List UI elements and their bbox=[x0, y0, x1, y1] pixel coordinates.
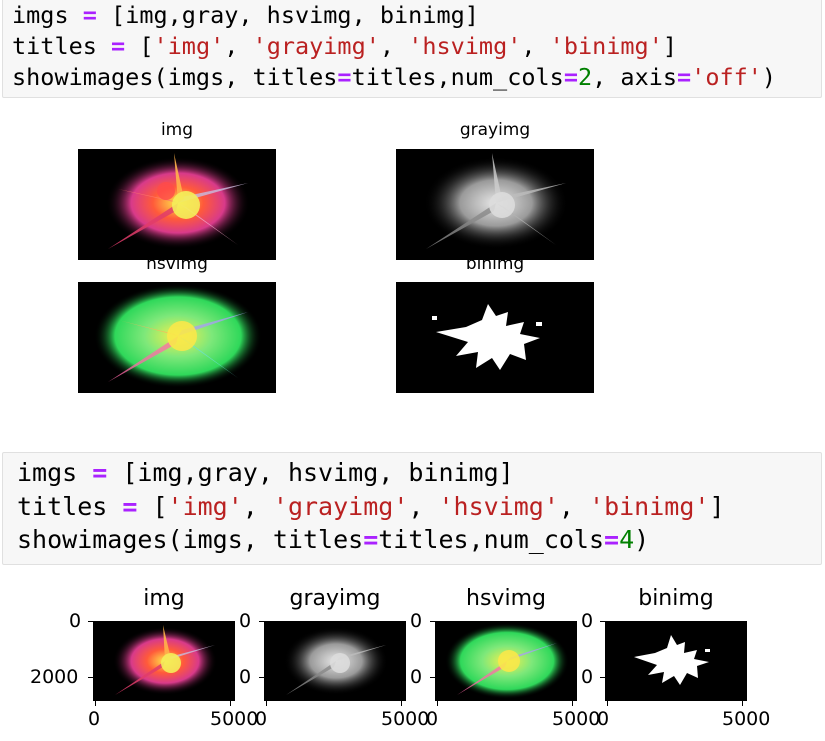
code-line: imgs = [img,gray, hsvimg, binimg] bbox=[17, 456, 821, 490]
code-string: 'grayimg' bbox=[272, 491, 409, 521]
code-operator: = bbox=[82, 1, 97, 29]
code-token: , bbox=[379, 32, 409, 60]
code-token: titles,num_cols bbox=[351, 63, 564, 91]
x-tick-label: 0 bbox=[426, 708, 439, 730]
image-hsvimg bbox=[78, 282, 276, 393]
subplot-title: hsvimg bbox=[146, 254, 208, 274]
x-tick-label: 5000 bbox=[552, 708, 601, 730]
subplot-title: img bbox=[160, 120, 194, 140]
code-string: 'img' bbox=[153, 32, 225, 60]
axes-hsvimg bbox=[435, 621, 577, 701]
explosion-color-image bbox=[113, 625, 217, 695]
code-token: imgs bbox=[12, 1, 83, 29]
code-token: [ bbox=[137, 491, 168, 521]
explosion-color-image bbox=[106, 153, 250, 249]
code-token: , bbox=[224, 32, 253, 60]
y-tick-label: 0 bbox=[239, 610, 252, 632]
x-tick-label: 5000 bbox=[210, 708, 259, 730]
code-string: 'img' bbox=[167, 491, 243, 521]
code-line: titles = ['img', 'grayimg', 'hsvimg', 'b… bbox=[17, 490, 821, 524]
code-string: 'off' bbox=[691, 63, 762, 91]
subplot-title: img bbox=[143, 586, 185, 611]
code-token: showimages(imgs, titles bbox=[12, 63, 338, 91]
y-tick-label: 0 bbox=[239, 666, 252, 688]
axes-grayimg bbox=[264, 621, 406, 701]
code-string: 'hsvimg' bbox=[408, 32, 522, 60]
code-token: , bbox=[242, 491, 273, 521]
subplot-title: grayimg bbox=[459, 120, 531, 140]
code-token: , bbox=[521, 32, 550, 60]
x-tick-label: 0 bbox=[88, 708, 101, 730]
explosion-binary-image bbox=[432, 304, 542, 370]
code-number: 2 bbox=[577, 63, 593, 91]
code-token: [ bbox=[125, 32, 154, 60]
code-token: [img,gray, hsvimg, binimg] bbox=[107, 458, 514, 487]
code-line: imgs = [img,gray, hsvimg, binimg] bbox=[12, 0, 821, 31]
code-token: ) bbox=[634, 525, 650, 554]
code-editor[interactable]: imgs = [img,gray, hsvimg, binimg] titles… bbox=[3, 0, 821, 93]
code-cell-1[interactable]: imgs = [img,gray, hsvimg, binimg] titles… bbox=[2, 0, 822, 98]
subplot-title: binimg bbox=[638, 586, 714, 611]
code-token: , axis bbox=[592, 63, 678, 91]
code-string: 'hsvimg' bbox=[438, 491, 559, 521]
explosion-hsv-image bbox=[94, 284, 262, 388]
code-number: 4 bbox=[619, 525, 635, 554]
code-string: 'binimg' bbox=[589, 491, 710, 521]
code-operator: = bbox=[122, 491, 138, 521]
x-tick-label: 5000 bbox=[722, 708, 771, 730]
code-token: , bbox=[408, 491, 439, 521]
y-tick-label: 0 bbox=[581, 666, 594, 688]
y-tick-label: 0 bbox=[581, 610, 594, 632]
image-grayimg bbox=[396, 149, 594, 260]
x-tick-label: 0 bbox=[597, 708, 610, 730]
subplot-title: binimg bbox=[465, 254, 525, 274]
code-token: ] bbox=[709, 491, 725, 521]
code-line: titles = ['img', 'grayimg', 'hsvimg', 'b… bbox=[12, 31, 821, 62]
code-line: showimages(imgs, titles=titles,num_cols=… bbox=[17, 523, 821, 557]
image-img bbox=[78, 149, 276, 260]
code-string: 'grayimg' bbox=[252, 32, 380, 60]
code-operator: = bbox=[337, 63, 352, 91]
x-tick-label: 0 bbox=[255, 708, 268, 730]
code-token: titles bbox=[12, 32, 112, 60]
axes-binimg bbox=[605, 621, 747, 701]
subplot-title: hsvimg bbox=[466, 586, 546, 611]
code-token: titles bbox=[17, 491, 123, 521]
code-operator: = bbox=[363, 525, 379, 554]
y-tick-label: 0 bbox=[410, 666, 423, 688]
code-token: showimages(imgs, titles bbox=[17, 525, 364, 554]
code-operator: = bbox=[677, 63, 692, 91]
y-tick-label: 0 bbox=[69, 610, 82, 632]
image-binimg bbox=[396, 282, 594, 393]
code-token: imgs bbox=[17, 458, 93, 487]
subplot-title: grayimg bbox=[289, 586, 381, 611]
code-operator: = bbox=[111, 32, 126, 60]
code-string: 'binimg' bbox=[549, 32, 663, 60]
code-token: ) bbox=[761, 63, 777, 91]
explosion-binary-image bbox=[634, 635, 710, 685]
explosion-gray-image bbox=[284, 627, 388, 695]
explosion-hsv-image bbox=[445, 623, 569, 699]
axes-img bbox=[93, 621, 235, 701]
code-token: titles,num_cols bbox=[378, 525, 605, 554]
y-tick-label: 2000 bbox=[30, 666, 79, 688]
code-token: , bbox=[558, 491, 590, 521]
x-tick-label: 5000 bbox=[381, 708, 430, 730]
code-token: ] bbox=[662, 32, 678, 60]
code-line: showimages(imgs, titles=titles,num_cols=… bbox=[12, 62, 821, 93]
code-operator: = bbox=[563, 63, 578, 91]
explosion-gray-image bbox=[424, 153, 568, 249]
y-tick-label: 0 bbox=[410, 610, 423, 632]
code-token: [img,gray, hsvimg, binimg] bbox=[96, 1, 479, 29]
code-cell-2[interactable]: imgs = [img,gray, hsvimg, binimg] titles… bbox=[2, 452, 822, 565]
code-editor[interactable]: imgs = [img,gray, hsvimg, binimg] titles… bbox=[3, 453, 821, 557]
code-operator: = bbox=[92, 458, 108, 487]
code-operator: = bbox=[604, 525, 620, 554]
